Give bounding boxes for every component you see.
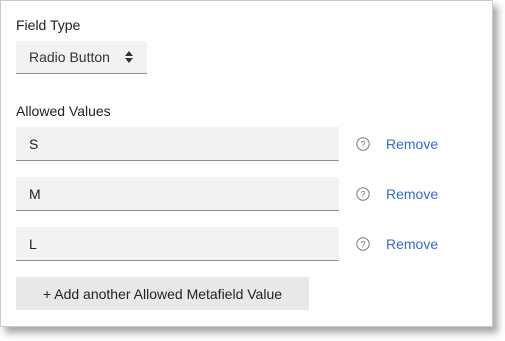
remove-value-link[interactable]: Remove [386, 236, 438, 252]
allowed-value-input[interactable] [16, 227, 339, 261]
field-type-label: Field Type [16, 17, 81, 33]
field-type-select[interactable]: Radio Button [16, 41, 147, 74]
question-circle-icon[interactable]: ? [356, 187, 370, 201]
remove-value-link[interactable]: Remove [386, 186, 438, 202]
up-down-caret-icon [125, 51, 133, 63]
allowed-value-row: ? Remove [16, 227, 494, 261]
field-type-select-value: Radio Button [29, 49, 110, 65]
add-allowed-value-button[interactable]: + Add another Allowed Metafield Value [16, 277, 309, 310]
allowed-value-input[interactable] [16, 127, 339, 161]
metafield-settings-panel: Field Type Radio Button Allowed Values ?… [0, 0, 493, 327]
allowed-value-row: ? Remove [16, 177, 494, 211]
question-circle-icon[interactable]: ? [356, 137, 370, 151]
svg-text:?: ? [360, 139, 365, 149]
allowed-values-label: Allowed Values [16, 103, 111, 119]
svg-text:?: ? [360, 239, 365, 249]
remove-value-link[interactable]: Remove [386, 136, 438, 152]
allowed-value-row: ? Remove [16, 127, 494, 161]
question-circle-icon[interactable]: ? [356, 237, 370, 251]
svg-text:?: ? [360, 189, 365, 199]
allowed-value-input[interactable] [16, 177, 339, 211]
